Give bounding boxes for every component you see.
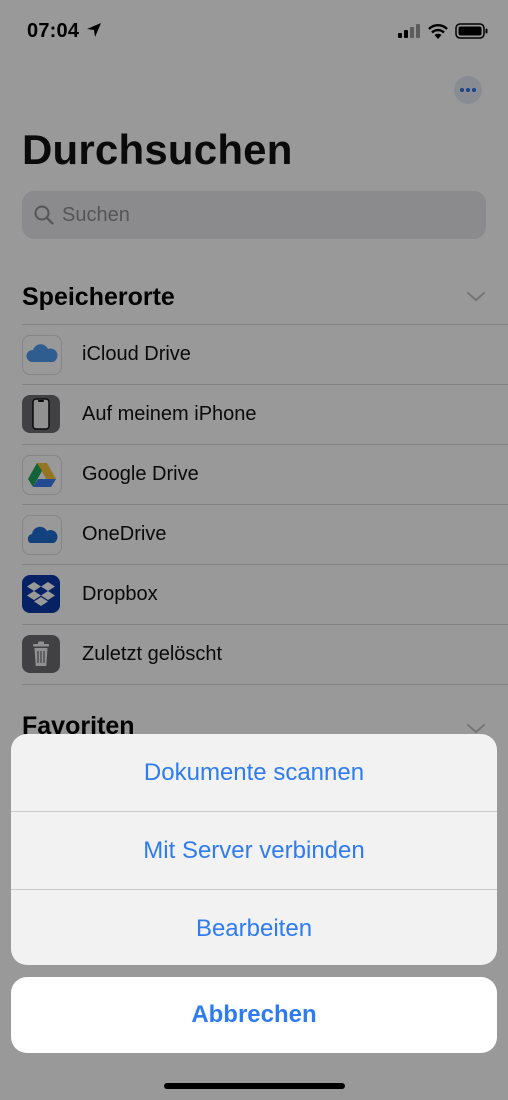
- edit-button[interactable]: Bearbeiten: [11, 890, 497, 965]
- cancel-button[interactable]: Abbrechen: [11, 977, 497, 1053]
- connect-to-server-button[interactable]: Mit Server verbinden: [11, 812, 497, 890]
- scan-documents-button[interactable]: Dokumente scannen: [11, 734, 497, 812]
- home-indicator[interactable]: [164, 1083, 345, 1089]
- action-sheet: Dokumente scannen Mit Server verbinden B…: [11, 734, 497, 965]
